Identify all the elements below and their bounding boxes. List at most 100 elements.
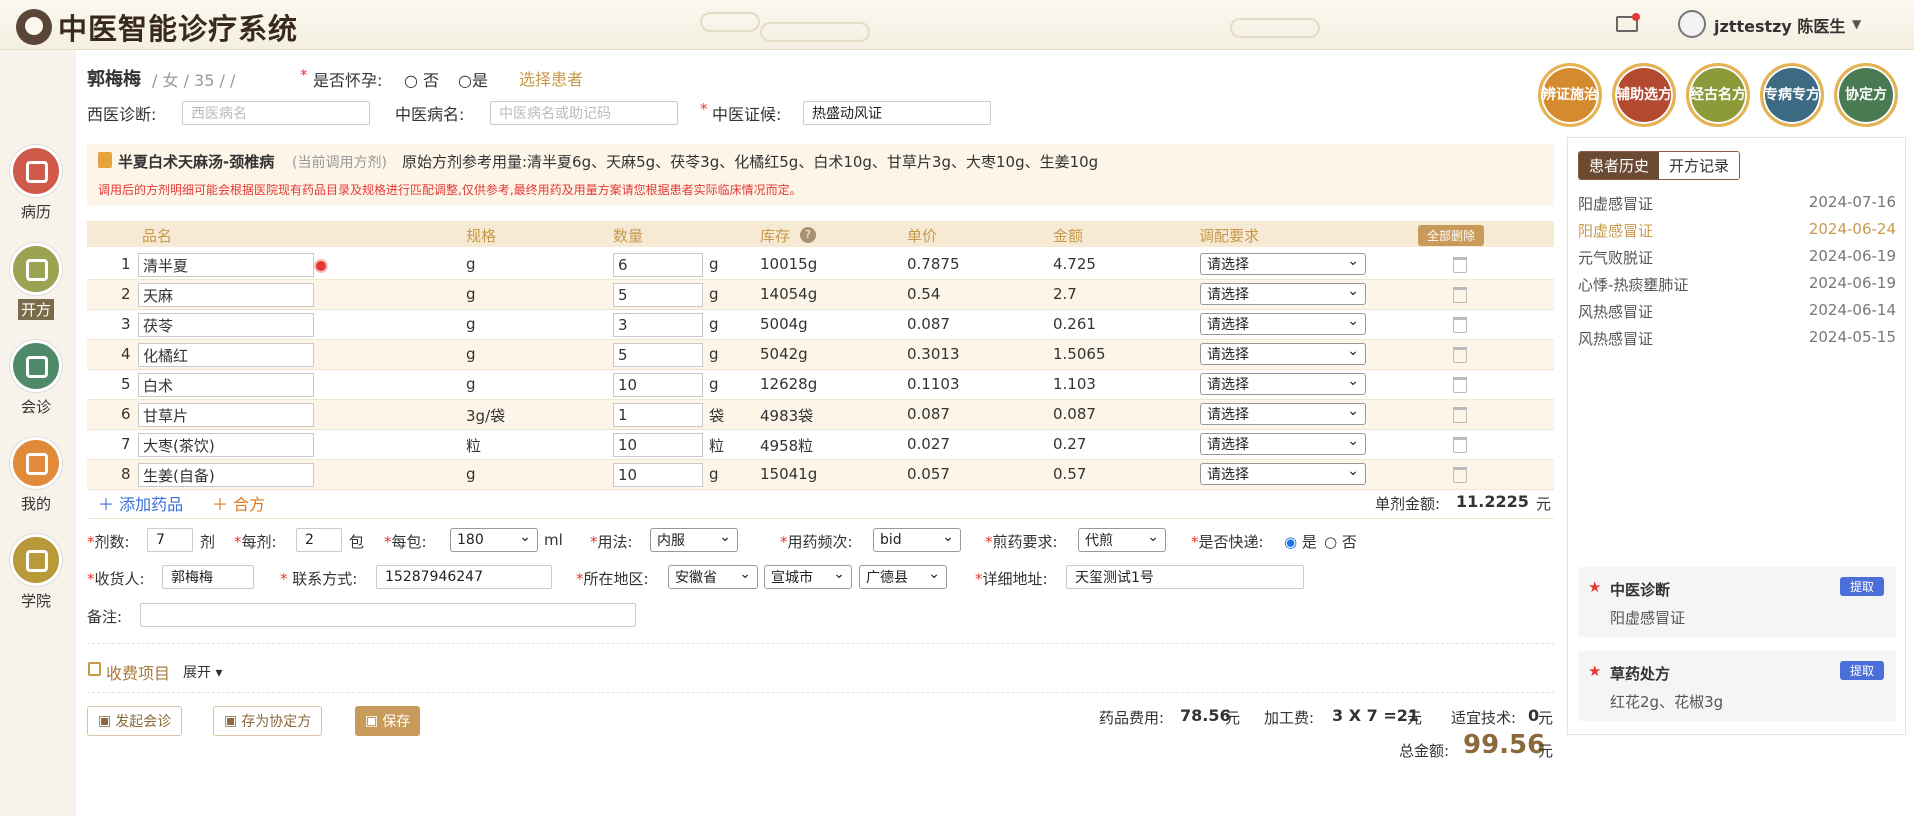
diagnosis-card-title: 中医诊断 — [1610, 581, 1671, 599]
amount: 0.27 — [1053, 435, 1087, 453]
delete-all-button[interactable]: 全部删除 — [1418, 225, 1485, 246]
disease-formula-button[interactable]: 专病专方 — [1760, 63, 1824, 127]
pregnant-label: 是否怀孕: — [313, 71, 383, 90]
select-patient-link[interactable]: 选择患者 — [519, 66, 583, 90]
combine-formula-button[interactable]: ＋ 合方 — [212, 491, 265, 515]
extract-diagnosis-button[interactable]: 提取 — [1839, 577, 1884, 596]
quantity-unit: g — [709, 255, 719, 273]
requirement-select[interactable]: 请选择 — [1200, 313, 1366, 335]
history-item[interactable]: 风热感冒证 2024-05-15 — [1578, 328, 1896, 349]
user-avatar[interactable] — [1678, 10, 1706, 38]
tab-patient-history[interactable]: 患者历史 — [1579, 152, 1660, 179]
requirement-select[interactable]: 请选择 — [1200, 283, 1366, 305]
trash-icon[interactable] — [1453, 377, 1467, 393]
help-icon[interactable]: ? — [800, 227, 816, 243]
phone-input[interactable]: 15287946247 — [376, 565, 552, 589]
trash-icon[interactable] — [1453, 257, 1467, 273]
herb-card-value: 红花2g、花椒3g — [1610, 693, 1724, 711]
alert-icon[interactable] — [314, 259, 328, 273]
sidebar-item-records[interactable]: 病历 — [0, 145, 72, 222]
classic-formula-button[interactable]: 经古名方 — [1686, 63, 1750, 127]
save-button[interactable]: ▣ 保存 — [355, 706, 421, 736]
single-amount-value: 11.2225 — [1456, 492, 1529, 511]
diagnosis-card-value: 阳虚感冒证 — [1610, 609, 1686, 627]
address-input[interactable]: 天玺测试1号 — [1066, 565, 1304, 589]
drug-name-input[interactable]: 天麻 — [138, 283, 314, 307]
required-mark: * — [700, 100, 708, 118]
remark-input[interactable] — [140, 603, 636, 627]
sidebar-item-prescribe[interactable]: 开方 — [0, 243, 72, 320]
pregnant-no-radio[interactable]: ○ 否 — [404, 67, 439, 91]
syndrome-treatment-button[interactable]: 辨证施治 — [1538, 63, 1602, 127]
sidebar-item-mine[interactable]: 我的 — [0, 437, 72, 514]
expand-toggle[interactable]: 展开 ▾ — [183, 662, 222, 682]
quantity-input[interactable]: 1 — [613, 403, 703, 427]
drug-name-input[interactable]: 大枣(茶饮) — [138, 433, 314, 457]
user-name[interactable]: jzttestzy 陈医生 — [1714, 13, 1845, 37]
history-item[interactable]: 元气败脱证 2024-06-19 — [1578, 247, 1896, 268]
start-consult-button[interactable]: ▣ 发起会诊 — [87, 706, 183, 736]
chevron-down-icon[interactable]: ▼ — [1852, 17, 1861, 31]
requirement-select[interactable]: 请选择 — [1200, 463, 1366, 485]
history-item[interactable]: 阳虚感冒证 2024-06-24 — [1578, 220, 1896, 241]
history-item[interactable]: 心悸-热痰壅肺证 2024-06-19 — [1578, 274, 1896, 295]
row-number: 8 — [121, 465, 131, 483]
save-icon: ▣ — [365, 713, 379, 729]
requirement-select[interactable]: 请选择 — [1200, 373, 1366, 395]
doses-label-text: 剂数: — [94, 533, 130, 551]
trash-icon[interactable] — [1453, 467, 1467, 483]
frequency-select[interactable]: bid — [873, 528, 961, 552]
tcm-disease-input[interactable]: 中医病名或助记码 — [490, 101, 678, 125]
express-no-radio[interactable]: ○ 否 — [1324, 531, 1357, 552]
trash-icon[interactable] — [1453, 287, 1467, 303]
trash-icon[interactable] — [1453, 437, 1467, 453]
requirement-select[interactable]: 请选择 — [1200, 403, 1366, 425]
quantity-input[interactable]: 10 — [613, 373, 703, 397]
west-diag-input[interactable]: 西医病名 — [182, 101, 370, 125]
receiver-input[interactable]: 郭梅梅 — [162, 565, 254, 589]
row-number: 7 — [121, 435, 131, 453]
quantity-input[interactable]: 5 — [613, 343, 703, 367]
province-select[interactable]: 安徽省 — [668, 565, 758, 589]
quantity-input[interactable]: 10 — [613, 463, 703, 487]
quantity-input[interactable]: 3 — [613, 313, 703, 337]
drug-name-input[interactable]: 白术 — [138, 373, 314, 397]
drug-name-input[interactable]: 化橘红 — [138, 343, 314, 367]
save-agreement-button[interactable]: ▣ 存为协定方 — [213, 706, 323, 736]
spec: g — [466, 345, 476, 363]
sidebar-item-academy[interactable]: 学院 — [0, 534, 72, 611]
extract-herb-button[interactable]: 提取 — [1839, 661, 1884, 680]
west-diag-label: 西医诊断: — [87, 105, 157, 124]
quantity-input[interactable]: 5 — [613, 283, 703, 307]
pregnant-yes-radio[interactable]: ○是 — [458, 67, 488, 91]
doses-input[interactable]: 7 — [147, 528, 193, 552]
per-bag-select[interactable]: 180 — [450, 528, 538, 552]
requirement-select[interactable]: 请选择 — [1200, 253, 1366, 275]
quantity-input[interactable]: 10 — [613, 433, 703, 457]
trash-icon[interactable] — [1453, 347, 1467, 363]
history-item[interactable]: 风热感冒证 2024-06-14 — [1578, 301, 1896, 322]
decoct-select[interactable]: 代煎 — [1078, 528, 1166, 552]
sidebar-item-consult[interactable]: 会诊 — [0, 340, 72, 417]
drug-name-input[interactable]: 清半夏 — [138, 253, 314, 277]
quantity-input[interactable]: 6 — [613, 253, 703, 277]
agreement-formula-button[interactable]: 协定方 — [1834, 63, 1898, 127]
usage-select[interactable]: 内服 — [650, 528, 738, 552]
tab-prescription-records[interactable]: 开方记录 — [1659, 152, 1740, 179]
history-item[interactable]: 阳虚感冒证 2024-07-16 — [1578, 193, 1896, 214]
syndrome-input[interactable]: 热盛动风证 — [803, 101, 991, 125]
drug-name-input[interactable]: 甘草片 — [138, 403, 314, 427]
drug-name-input[interactable]: 生姜(自备) — [138, 463, 314, 487]
spec: g — [466, 315, 476, 333]
express-yes-radio[interactable]: ◉ 是 — [1284, 531, 1317, 552]
requirement-select[interactable]: 请选择 — [1200, 343, 1366, 365]
trash-icon[interactable] — [1453, 407, 1467, 423]
county-select[interactable]: 广德县 — [859, 565, 947, 589]
requirement-select[interactable]: 请选择 — [1200, 433, 1366, 455]
drug-name-input[interactable]: 茯苓 — [138, 313, 314, 337]
assist-formula-button[interactable]: 辅助选方 — [1612, 63, 1676, 127]
city-select[interactable]: 宣城市 — [764, 565, 852, 589]
add-drug-button[interactable]: ＋ 添加药品 — [98, 491, 183, 515]
per-dose-input[interactable]: 2 — [296, 528, 342, 552]
trash-icon[interactable] — [1453, 317, 1467, 333]
